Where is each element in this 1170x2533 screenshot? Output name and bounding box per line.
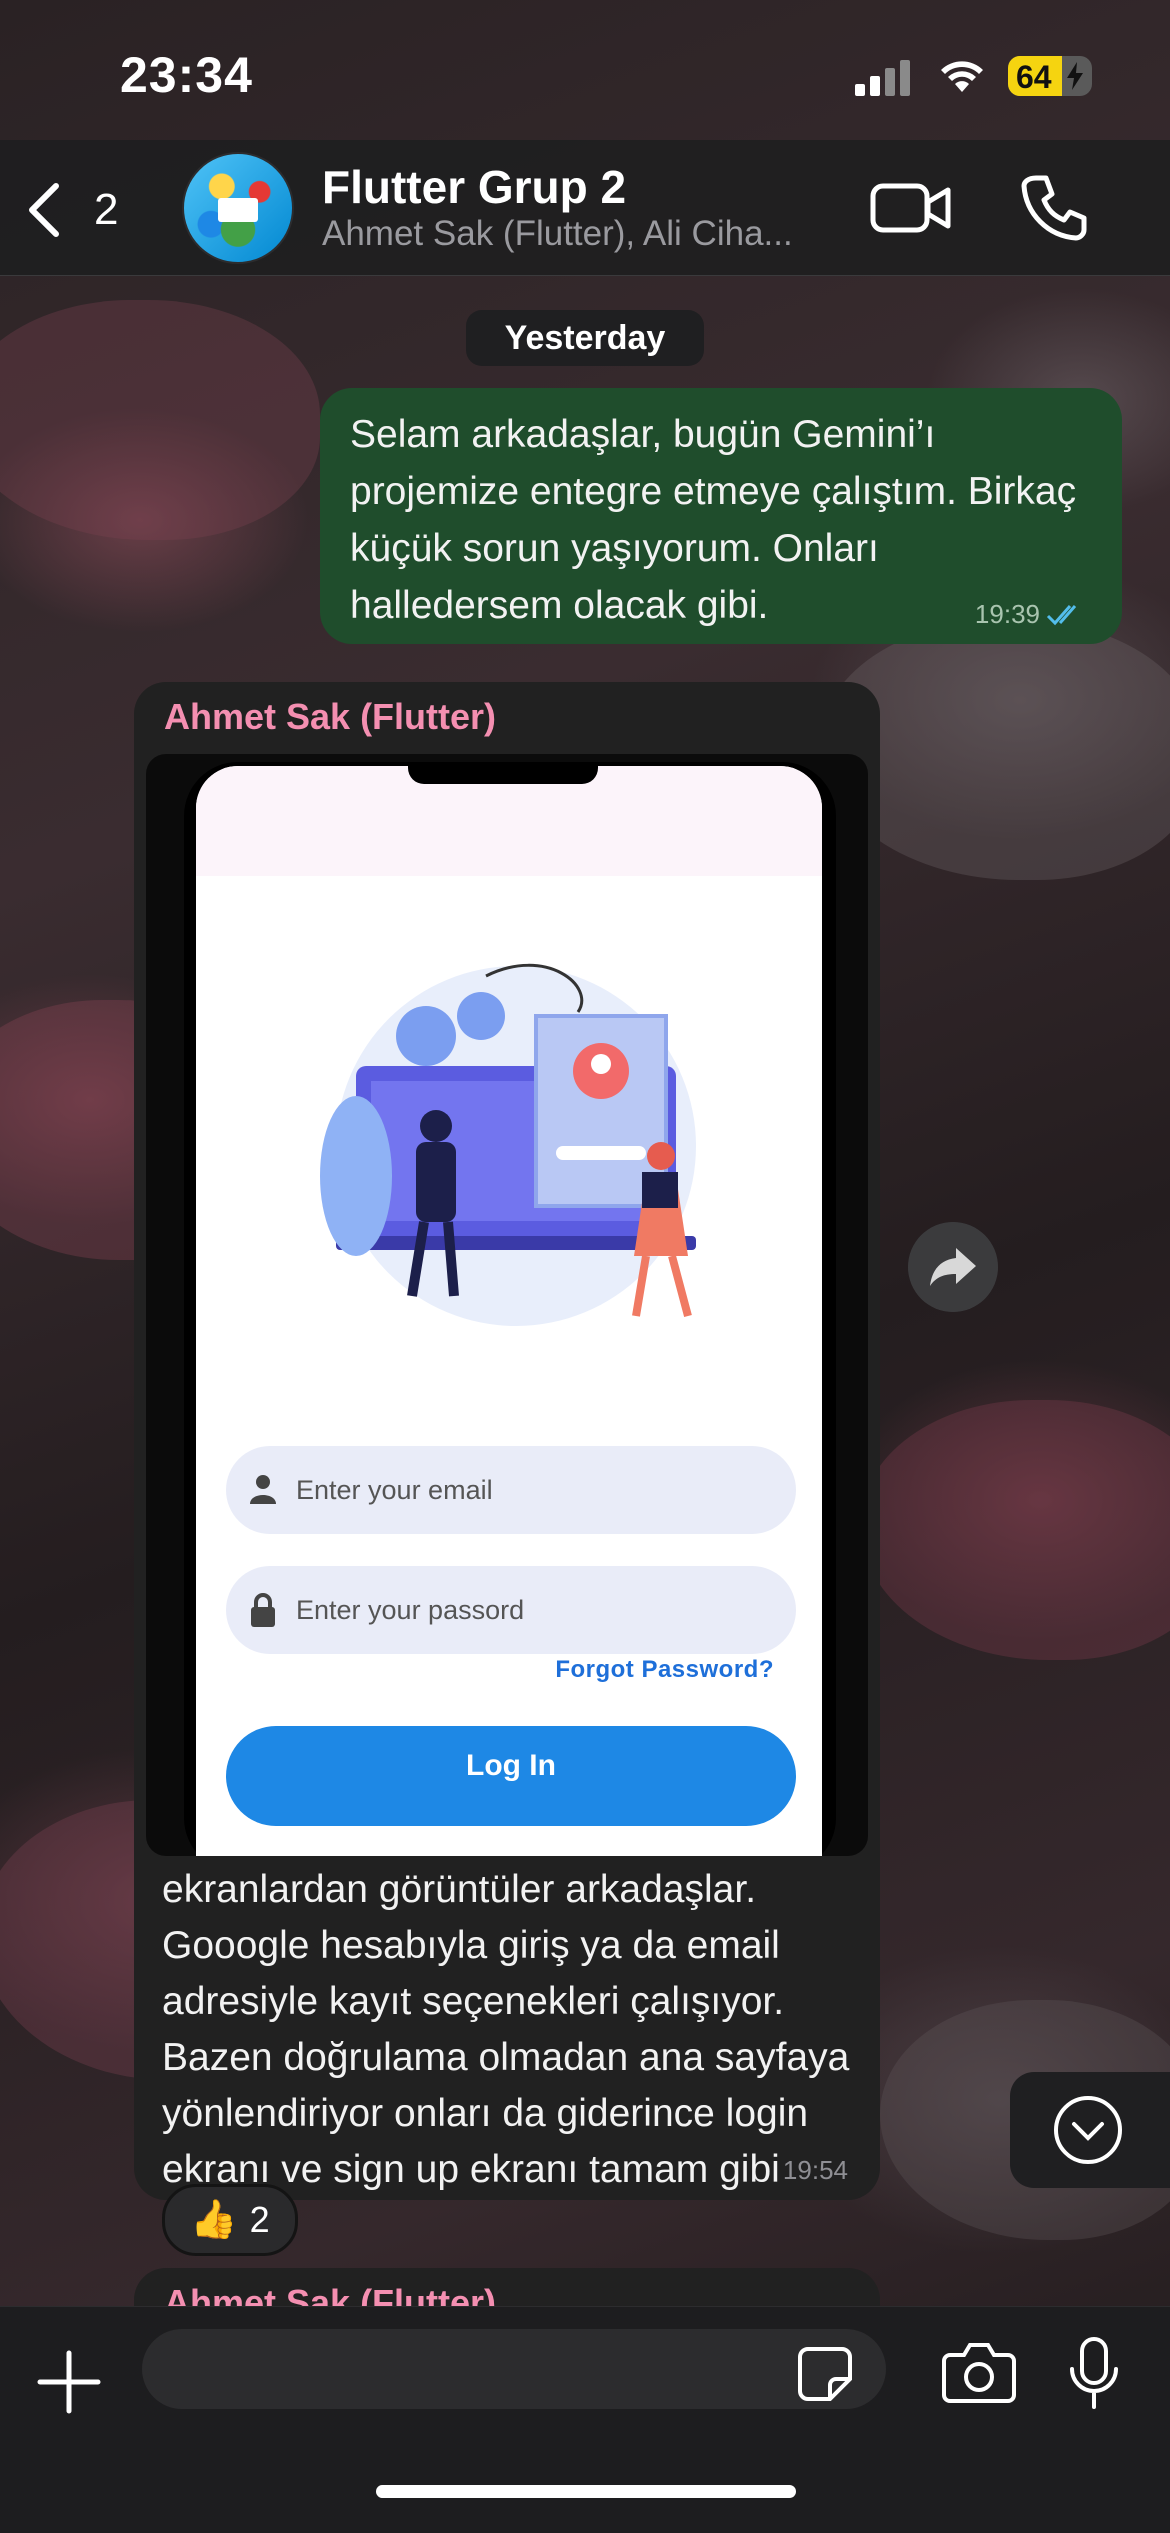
sender-name[interactable]: Ahmet Sak (Flutter)	[164, 696, 496, 738]
lock-icon	[251, 1593, 275, 1627]
forward-icon[interactable]	[908, 1222, 998, 1312]
sticker-icon[interactable]	[796, 2345, 854, 2403]
login-illustration	[320, 963, 696, 1326]
incoming-time: 19:54	[782, 2155, 848, 2185]
message-composer	[0, 2306, 1170, 2533]
camera-icon[interactable]	[942, 2341, 1016, 2403]
unread-count: 2	[94, 185, 119, 234]
phone-icon[interactable]	[1020, 172, 1090, 242]
video-call-icon[interactable]	[870, 178, 952, 238]
thumbs-up-icon: 👍	[190, 2199, 238, 2241]
phone-notch	[408, 762, 598, 784]
status-bar: 23:34 64	[0, 0, 1170, 150]
reaction-count: 2	[249, 2199, 270, 2240]
email-field: Enter your email	[226, 1446, 796, 1534]
battery-indicator: 64	[1008, 56, 1092, 96]
wifi-icon	[941, 61, 983, 92]
forgot-password-link: Forgot Password?	[555, 1656, 774, 1683]
group-members[interactable]: Ahmet Sak (Flutter), Ali Ciha...	[322, 214, 832, 254]
charging-bolt-icon	[1067, 62, 1083, 90]
message-input[interactable]	[142, 2329, 886, 2409]
chat-header: 2 Flutter Grup 2 Ahmet Sak (Flutter), Al…	[0, 140, 1170, 276]
microphone-icon[interactable]	[1066, 2337, 1122, 2409]
app-screenshot: Enter your email Enter your passord Forg…	[196, 766, 822, 1856]
status-time: 23:34	[120, 47, 253, 103]
read-ticks-icon	[1046, 604, 1077, 625]
password-placeholder: Enter your passord	[296, 1595, 525, 1625]
plus-icon[interactable]	[36, 2349, 102, 2415]
login-button: Log In	[226, 1726, 796, 1826]
chevron-down-icon	[1054, 2096, 1122, 2164]
outgoing-message[interactable]: Selam arkadaşlar, bugün Gemini’ı projemi…	[320, 388, 1122, 644]
battery-percent: 64	[1016, 59, 1052, 95]
message-image[interactable]: Enter your email Enter your passord Forg…	[146, 754, 868, 1856]
group-avatar[interactable]	[182, 152, 294, 264]
home-indicator[interactable]	[376, 2485, 796, 2498]
incoming-message-text: ekranlardan görüntüler arkadaşlar. Gooog…	[162, 1868, 850, 2191]
chevron-left-icon	[29, 183, 59, 237]
back-button[interactable]: 2	[22, 175, 152, 245]
group-title[interactable]: Flutter Grup 2	[322, 160, 626, 214]
cellular-signal-icon	[855, 58, 913, 96]
email-placeholder: Enter your email	[296, 1475, 493, 1505]
outgoing-time: 19:39	[974, 599, 1040, 629]
user-icon	[250, 1475, 276, 1504]
wallpaper-butterfly	[0, 300, 320, 540]
password-field: Enter your passord	[226, 1566, 796, 1654]
outgoing-meta: 19:39	[975, 599, 1088, 630]
date-separator: Yesterday	[466, 310, 704, 366]
wallpaper-butterfly	[860, 1400, 1170, 1660]
reaction-pill[interactable]: 👍 2	[162, 2184, 298, 2256]
incoming-message[interactable]: Ahmet Sak (Flutter) Enter your email Ent…	[134, 682, 880, 2200]
scroll-to-bottom-button[interactable]	[1010, 2072, 1170, 2188]
